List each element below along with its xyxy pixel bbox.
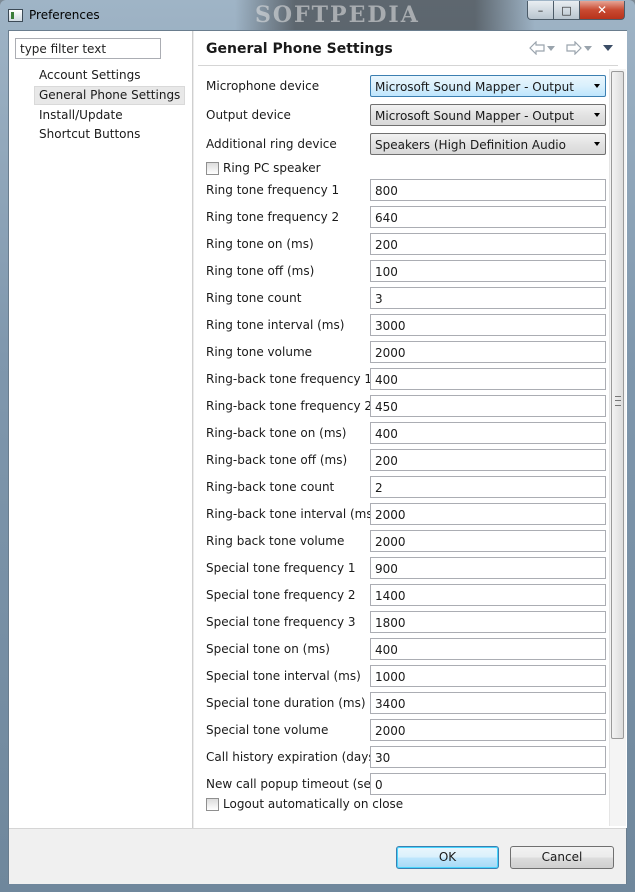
field-label: New call popup timeout (sec) — [206, 777, 383, 791]
field-input[interactable]: 2 — [370, 476, 606, 498]
field-label: Ring tone interval (ms) — [206, 318, 345, 332]
field-input[interactable]: 400 — [370, 422, 606, 444]
field-input[interactable]: 800 — [370, 179, 606, 201]
field-input[interactable]: 200 — [370, 449, 606, 471]
field-label: Ring tone count — [206, 291, 302, 305]
preferences-tree-pane: type filter text Account Settings Genera… — [9, 31, 193, 828]
output-value: Microsoft Sound Mapper - Output — [375, 109, 574, 123]
back-menu-icon[interactable] — [547, 46, 555, 51]
field-label: Special tone volume — [206, 723, 329, 737]
tree-item-account-settings[interactable]: Account Settings — [35, 66, 185, 85]
maximize-button[interactable]: □ — [553, 1, 580, 20]
field-label: Ring-back tone count — [206, 480, 335, 494]
field-label: Ring-back tone frequency 1 — [206, 372, 373, 386]
button-bar: OK Cancel — [9, 828, 626, 884]
field-input[interactable]: 2000 — [370, 341, 606, 363]
ring-device-label: Additional ring device — [206, 137, 337, 151]
logout-automatically-label: Logout automatically on close — [223, 797, 404, 811]
app-icon — [8, 9, 23, 22]
field-label: Ring tone on (ms) — [206, 237, 314, 251]
preferences-tree: Account Settings General Phone Settings … — [34, 66, 186, 144]
field-label: Ring-back tone on (ms) — [206, 426, 347, 440]
microphone-select[interactable]: Microsoft Sound Mapper - Output — [370, 75, 606, 97]
title-bar[interactable]: SOFTPEDIA Preferences – □ ✕ — [0, 0, 635, 30]
output-label: Output device — [206, 108, 291, 122]
window-title: Preferences — [29, 8, 100, 22]
field-input[interactable]: 3000 — [370, 314, 606, 336]
minimize-button[interactable]: – — [527, 1, 554, 20]
field-label: Ring-back tone off (ms) — [206, 453, 348, 467]
field-input[interactable]: 400 — [370, 638, 606, 660]
field-label: Special tone frequency 3 — [206, 615, 356, 629]
tree-item-general-phone-settings[interactable]: General Phone Settings — [34, 86, 186, 105]
field-input[interactable]: 200 — [370, 233, 606, 255]
close-icon: ✕ — [596, 3, 608, 17]
field-label: Ring tone off (ms) — [206, 264, 315, 278]
watermark-text: SOFTPEDIA — [255, 2, 420, 28]
page-title: General Phone Settings — [206, 41, 393, 57]
field-label: Special tone frequency 2 — [206, 588, 356, 602]
field-input[interactable]: 1400 — [370, 584, 606, 606]
back-arrow-icon[interactable] — [529, 41, 545, 55]
minimize-icon: – — [537, 3, 544, 17]
dialog-client-area: type filter text Account Settings Genera… — [8, 30, 627, 884]
settings-page: General Phone Settings Microphone device… — [193, 31, 627, 828]
field-label: Special tone duration (ms) — [206, 696, 366, 710]
view-menu-icon[interactable] — [603, 45, 613, 51]
field-label: Special tone frequency 1 — [206, 561, 356, 575]
field-input[interactable]: 900 — [370, 557, 606, 579]
softpedia-watermark: SOFTPEDIA — [235, 0, 535, 30]
cancel-button[interactable]: Cancel — [510, 846, 614, 869]
checkbox-box[interactable] — [206, 162, 219, 175]
scrollbar-thumb[interactable] — [611, 71, 624, 739]
forward-arrow-icon[interactable] — [566, 41, 582, 55]
field-label: Ring back tone volume — [206, 534, 345, 548]
tree-item-shortcut-buttons[interactable]: Shortcut Buttons — [35, 125, 185, 144]
field-input[interactable]: 450 — [370, 395, 606, 417]
field-input[interactable]: 30 — [370, 746, 606, 768]
ok-button[interactable]: OK — [396, 846, 499, 869]
field-input[interactable]: 2000 — [370, 530, 606, 552]
maximize-icon: □ — [561, 3, 572, 17]
field-input[interactable]: 2000 — [370, 503, 606, 525]
checkbox-box[interactable] — [206, 798, 219, 811]
chevron-down-icon — [594, 142, 600, 146]
preferences-window: SOFTPEDIA Preferences – □ ✕ type filter … — [0, 0, 635, 892]
field-label: Ring-back tone interval (ms) — [206, 507, 378, 521]
field-label: Ring tone frequency 1 — [206, 183, 340, 197]
field-label: Special tone on (ms) — [206, 642, 330, 656]
microphone-value: Microsoft Sound Mapper - Output — [375, 80, 574, 94]
ring-device-select[interactable]: Speakers (High Definition Audio — [370, 133, 606, 155]
chevron-down-icon — [594, 84, 600, 88]
field-input[interactable]: 0 — [370, 773, 606, 795]
field-input[interactable]: 640 — [370, 206, 606, 228]
grip-icon — [615, 396, 621, 406]
field-label: Ring tone frequency 2 — [206, 210, 340, 224]
field-input[interactable]: 3 — [370, 287, 606, 309]
field-input[interactable]: 100 — [370, 260, 606, 282]
output-select[interactable]: Microsoft Sound Mapper - Output — [370, 104, 606, 126]
vertical-scrollbar[interactable] — [609, 69, 626, 826]
filter-input[interactable]: type filter text — [15, 38, 161, 59]
ring-device-value: Speakers (High Definition Audio — [375, 138, 566, 152]
field-input[interactable]: 400 — [370, 368, 606, 390]
ring-pc-speaker-label: Ring PC speaker — [223, 161, 321, 175]
field-input[interactable]: 1800 — [370, 611, 606, 633]
field-label: Call history expiration (days) — [206, 750, 380, 764]
header-divider — [198, 65, 618, 66]
field-label: Special tone interval (ms) — [206, 669, 361, 683]
field-input[interactable]: 3400 — [370, 692, 606, 714]
field-input[interactable]: 1000 — [370, 665, 606, 687]
chevron-down-icon — [594, 113, 600, 117]
close-button[interactable]: ✕ — [579, 1, 625, 20]
settings-form: Microphone device Microsoft Sound Mapper… — [194, 69, 608, 826]
microphone-label: Microphone device — [206, 79, 320, 93]
forward-menu-icon[interactable] — [584, 46, 592, 51]
field-input[interactable]: 2000 — [370, 719, 606, 741]
tree-item-install-update[interactable]: Install/Update — [35, 106, 185, 125]
field-label: Ring-back tone frequency 2 — [206, 399, 373, 413]
field-label: Ring tone volume — [206, 345, 313, 359]
